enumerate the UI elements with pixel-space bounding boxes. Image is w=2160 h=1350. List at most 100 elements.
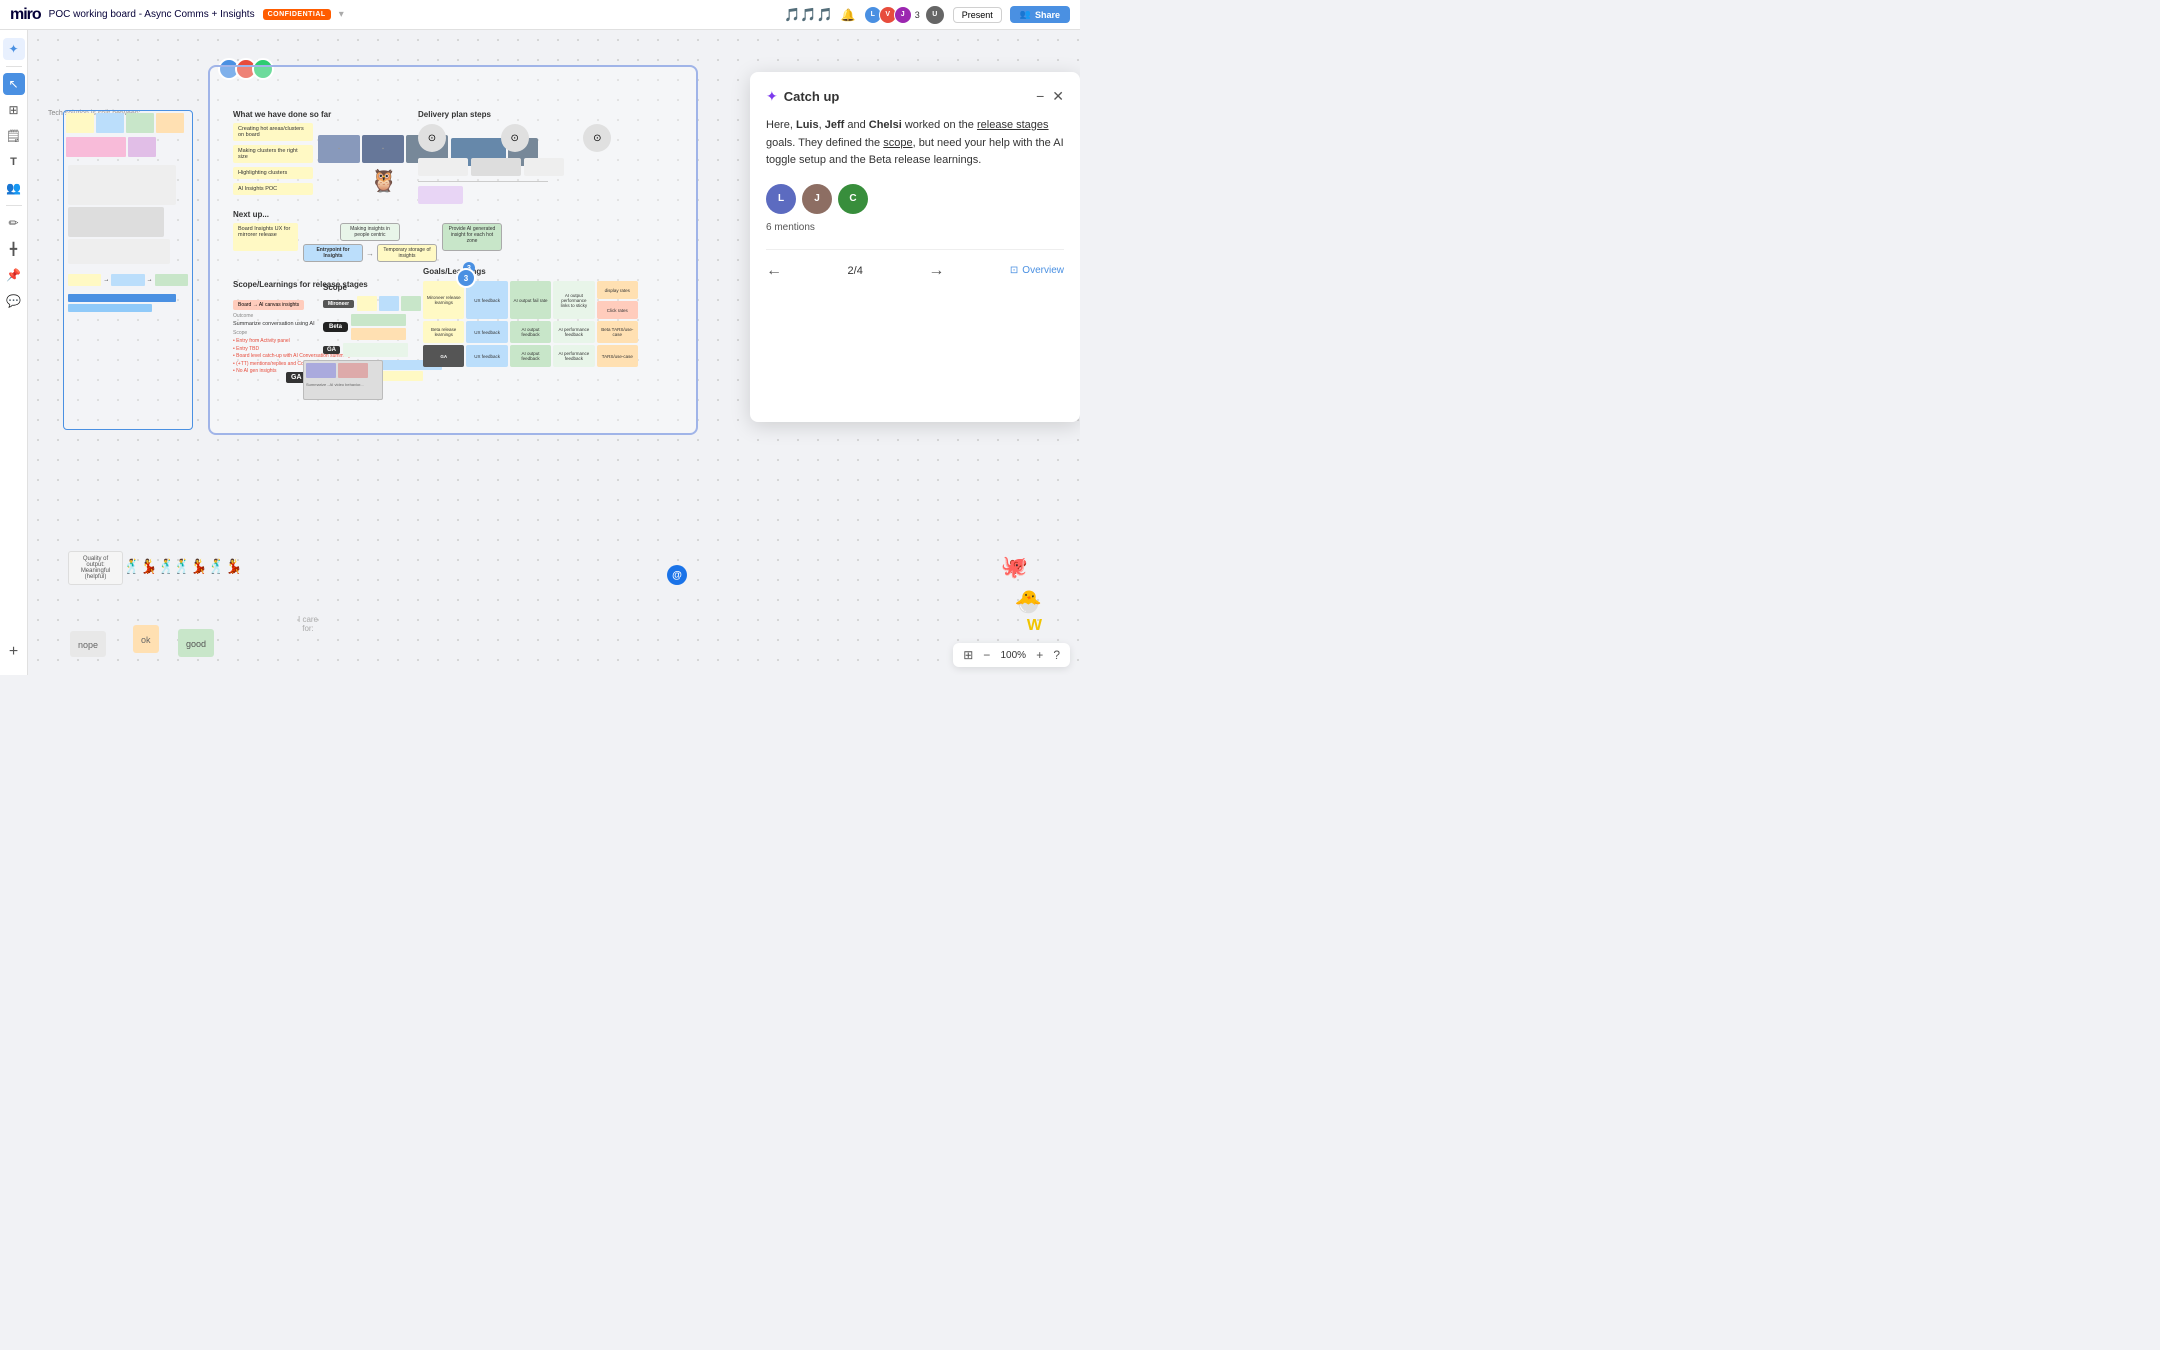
goals-grid: Mironeer release learnings UX feedback A… — [423, 281, 638, 367]
section-delivery: Delivery plan steps ⊙ ⊙ ⊙ — [418, 110, 663, 204]
flow-node-temp[interactable]: Temporary storage of insights — [377, 244, 437, 262]
good-card[interactable]: good — [178, 629, 214, 657]
goal-sticky-beta[interactable]: Beta release learnings — [423, 321, 464, 343]
beta-sticky-2[interactable] — [351, 328, 406, 340]
share-button[interactable]: 👥 Share — [1010, 6, 1070, 23]
bell-icon: 🔔 — [841, 8, 856, 22]
goal-sticky-display[interactable]: display rates — [597, 281, 638, 299]
current-user-avatar: U — [925, 5, 945, 25]
sidebar-notes[interactable]: 🗒 — [3, 125, 25, 147]
flow-node-provide[interactable]: Provide AI generated insight for each ho… — [442, 223, 502, 251]
delivery-title: Delivery plan steps — [418, 110, 663, 119]
dropdown-arrow-icon[interactable]: ▾ — [339, 9, 344, 20]
catchup-avatars: L J C — [766, 184, 1064, 214]
goal-sticky-ux2[interactable]: UX feedback — [466, 321, 507, 343]
nav-total: 4 — [857, 265, 863, 277]
nav-current: 2 — [848, 265, 854, 277]
goal-sticky-ux1[interactable]: UX feedback — [466, 281, 507, 319]
catchup-close-button[interactable]: ✕ — [1052, 88, 1064, 105]
catchup-controls: − ✕ — [1036, 88, 1064, 105]
goal-sticky-mironeer[interactable]: Mironeer release learnings — [423, 281, 464, 319]
link-release-stages[interactable]: release stages — [977, 119, 1049, 131]
nav-indicator: 2/4 — [848, 265, 863, 277]
toolbar-grid-icon[interactable]: ⊞ — [961, 646, 975, 664]
done-img-2: ▪ — [362, 135, 404, 163]
mini-sticky-4 — [156, 113, 184, 133]
sidebar-pin[interactable]: 📌 — [3, 264, 25, 286]
scope-badge: Board → AI canvas insights — [233, 300, 304, 310]
link-scope[interactable]: scope — [883, 137, 912, 149]
goal-sticky-ai-output2[interactable]: AI output feedback — [510, 321, 551, 343]
canvas: Tech solution is split between: → → — [28, 30, 1080, 675]
mini-flow: → → — [68, 274, 188, 286]
delivery-sticky-2[interactable] — [471, 158, 521, 176]
delivery-sticky-3[interactable] — [524, 158, 564, 176]
sidebar-ai-sparkle[interactable]: ✦ — [3, 38, 25, 60]
avatar-user3: J — [894, 6, 912, 24]
sidebar-chat[interactable]: 💬 — [3, 290, 25, 312]
nav-prev-button[interactable]: ← — [766, 262, 782, 280]
music-controls-icon[interactable]: 🎵🎵🎵 — [784, 7, 833, 23]
topbar: miro POC working board - Async Comms + I… — [0, 0, 1080, 30]
goal-sticky-ga[interactable]: GA — [423, 345, 464, 367]
mironeer-sticky-2[interactable] — [379, 296, 399, 311]
delivery-bottom-stickies — [418, 186, 663, 204]
goal-sticky-ux3[interactable]: UX feedback — [466, 345, 507, 367]
delivery-sticky-1[interactable] — [418, 158, 468, 176]
mini-sticky-6 — [128, 137, 156, 157]
sticky-done-1[interactable]: Creating hot areas/clusters on board — [233, 123, 313, 141]
sidebar-frames[interactable]: ⊞ — [3, 99, 25, 121]
present-button[interactable]: Present — [953, 7, 1002, 23]
mini-flow-1 — [68, 274, 101, 286]
goal-sticky-ai-fail[interactable]: AI output fail rate — [510, 281, 551, 319]
mini-diagram-2 — [68, 207, 164, 237]
delivery-circle-2: ⊙ — [501, 124, 529, 152]
quality-text: Quality of output: Meaningful (helpful) — [68, 551, 123, 585]
goal-sticky-ai-perf2[interactable]: AI performance feedback — [553, 321, 594, 343]
beta-label: Beta — [323, 322, 348, 332]
toolbar-help-icon[interactable]: ? — [1051, 646, 1062, 664]
catchup-minimize-button[interactable]: − — [1036, 88, 1044, 105]
sidebar-text[interactable]: T — [3, 151, 25, 173]
sidebar-select-tool[interactable]: ↖ — [3, 73, 25, 95]
delivery-sticky-b1[interactable] — [418, 186, 463, 204]
goal-sticky-beta-tars[interactable]: Beta TARS/use-case — [597, 321, 638, 343]
sticky-done-3[interactable]: Highlighting clusters — [233, 167, 313, 179]
ok-card[interactable]: ok — [133, 625, 159, 653]
sticky-next-1[interactable]: Board Insights UX for mirrorer release — [233, 223, 298, 251]
sidebar-add[interactable]: + — [3, 641, 25, 663]
mini-bar-1 — [68, 294, 176, 302]
confidential-badge: CONFIDENTIAL — [263, 9, 331, 20]
mini-sticky-1 — [66, 113, 94, 133]
mironeer-sticky-3[interactable] — [401, 296, 421, 311]
overview-button[interactable]: ⊡ Overview — [1010, 265, 1064, 276]
goal-sticky-click[interactable]: Click rates — [597, 301, 638, 319]
goal-sticky-ai-perf3[interactable]: AI performance feedback — [553, 345, 594, 367]
nav-next-button[interactable]: → — [928, 262, 944, 280]
scope-badge-text: Board → AI canvas insights — [238, 302, 299, 308]
good-text: good — [186, 639, 206, 649]
notifications-bell[interactable]: 🔔 — [841, 6, 856, 24]
mini-sticky-5 — [66, 137, 126, 157]
beta-sticky-1[interactable] — [351, 314, 406, 326]
sidebar-people[interactable]: 👥 — [3, 177, 25, 199]
goal-sticky-tars3[interactable]: TARS/use-case — [597, 345, 638, 367]
catchup-title: Catch up — [784, 89, 840, 104]
sidebar-ruler[interactable]: ╋ — [3, 238, 25, 260]
done-img-1: ▪ — [318, 135, 360, 163]
catchup-avatar-3: C — [838, 184, 868, 214]
sticky-done-2[interactable]: Making clusters the right size — [233, 145, 313, 163]
sidebar-pen[interactable]: ✏ — [3, 212, 25, 234]
toolbar-zoom-out-button[interactable]: − — [981, 646, 992, 664]
toolbar-zoom-in-button[interactable]: + — [1034, 646, 1045, 664]
flow-node-insights[interactable]: Making insights in people centric — [340, 223, 400, 241]
quality-card: Quality of output: Meaningful (helpful) — [68, 551, 123, 585]
left-mini-board: → → — [63, 110, 193, 430]
mironeer-sticky-1[interactable] — [357, 296, 377, 311]
sticky-done-4[interactable]: AI Insights POC — [233, 183, 313, 195]
ga-sticky-scope[interactable] — [343, 343, 408, 357]
flow-node-entrypoint[interactable]: Entrypoint for Insights — [303, 244, 363, 262]
goal-sticky-ai-perf[interactable]: AI output performance links to sticky — [553, 281, 594, 319]
nope-card[interactable]: nope — [70, 631, 106, 657]
goal-sticky-ai-output3[interactable]: AI output feedback — [510, 345, 551, 367]
